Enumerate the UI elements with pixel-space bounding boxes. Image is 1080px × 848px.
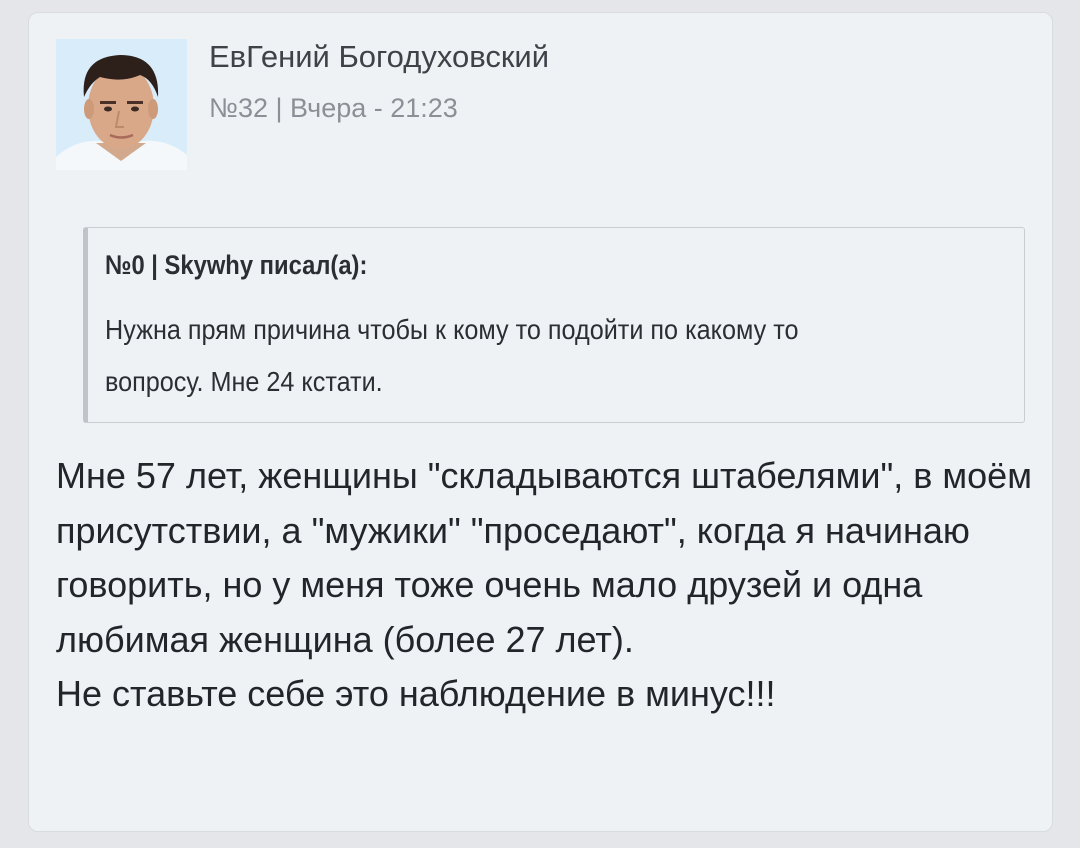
quote-text: Нужна прям причина чтобы к кому то подой… — [105, 314, 799, 397]
author-avatar[interactable] — [56, 39, 187, 170]
quote-block: №0 | Skywhy писал(а): Нужна прям причина… — [83, 227, 1025, 423]
post-card: ЕвГений Богодуховский №32 | Вчера - 21:2… — [28, 12, 1053, 832]
post-meta: №32 | Вчера - 21:23 — [209, 93, 458, 123]
author-name[interactable]: ЕвГений Богодуховский — [209, 39, 549, 75]
quote-header: №0 | Skywhy писал(а): — [105, 250, 368, 280]
avatar-image — [56, 39, 187, 170]
post-body: Мне 57 лет, женщины "складываются штабел… — [56, 455, 1032, 714]
